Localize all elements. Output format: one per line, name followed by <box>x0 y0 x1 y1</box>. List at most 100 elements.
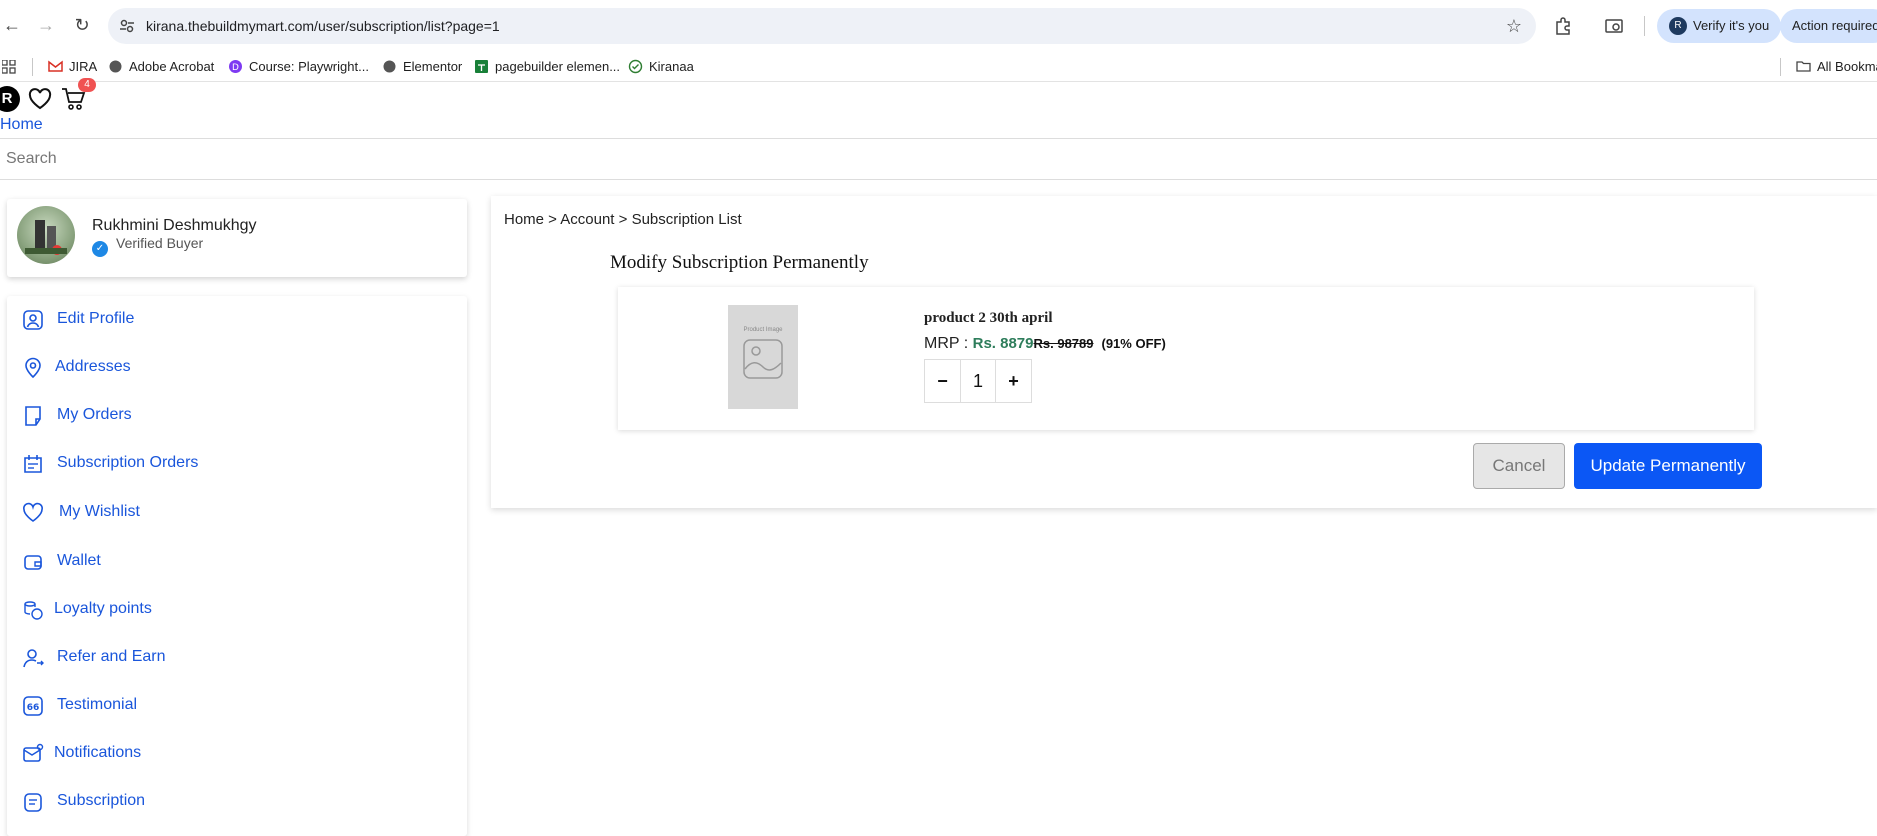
extensions-icon[interactable] <box>1553 16 1573 36</box>
site-settings-icon[interactable] <box>118 17 136 35</box>
menu-item-refer-and-earn[interactable]: Refer and Earn <box>7 638 467 678</box>
toolbar-divider <box>1644 16 1645 36</box>
bookmark-label: Adobe Acrobat <box>129 59 215 74</box>
sale-price: Rs. 8879 <box>972 335 1034 352</box>
profile-card: Rukhmini Deshmukhgy ✓ Verified Buyer <box>7 199 467 277</box>
search-bar <box>0 138 1877 180</box>
profile-photo <box>17 206 75 264</box>
menu-item-edit-profile[interactable]: Edit Profile <box>7 300 467 340</box>
bookmark-divider <box>1780 58 1781 76</box>
mrp-label: MRP : <box>924 335 973 352</box>
action-required-label: Action required <box>1792 18 1877 33</box>
sheets-icon <box>475 60 488 73</box>
reload-icon[interactable]: ↻ <box>72 15 92 35</box>
folder-icon <box>1796 61 1811 72</box>
profile-name: Rukhmini Deshmukhgy <box>92 217 257 234</box>
subscription-orders-icon <box>24 455 42 473</box>
home-link[interactable]: Home <box>0 116 43 134</box>
bookmark-elementor[interactable]: Elementor <box>382 58 462 76</box>
user-icon <box>23 310 43 330</box>
image-placeholder-icon <box>743 339 783 379</box>
orders-icon <box>25 406 41 426</box>
course-icon: D <box>229 60 242 73</box>
check-icon <box>628 59 643 74</box>
menu-label: Subscription <box>57 792 146 809</box>
menu-label: Loyalty points <box>54 600 152 617</box>
gmail-icon <box>48 60 63 72</box>
decrease-quantity-button[interactable]: − <box>925 360 961 402</box>
browser-toolbar: ← → ↻ kirana.thebuildmymart.com/user/sub… <box>0 0 1877 52</box>
location-pin-icon <box>25 357 41 379</box>
bookmark-label: Kiranaa <box>649 59 694 74</box>
back-icon[interactable]: ← <box>2 15 22 35</box>
menu-item-subscription-orders[interactable]: Subscription Orders <box>7 444 467 484</box>
menu-item-notifications[interactable]: Notifications <box>7 734 467 774</box>
verify-pill[interactable]: R Verify it's you <box>1657 9 1782 43</box>
price-row: MRP : Rs. 8879Rs. 98789 (91% OFF) <box>924 335 1166 353</box>
bookmark-label: JIRA <box>69 59 98 74</box>
globe-icon <box>109 60 122 73</box>
svg-text:66: 66 <box>27 703 40 713</box>
bookmark-kiranaa[interactable]: Kiranaa <box>628 58 694 76</box>
verified-status: ✓ Verified Buyer <box>92 235 203 257</box>
menu-label: Addresses <box>55 358 131 375</box>
quantity-stepper: − 1 + <box>924 359 1032 403</box>
coins-icon <box>24 601 43 620</box>
forward-icon[interactable]: → <box>36 15 56 35</box>
menu-item-addresses[interactable]: Addresses <box>7 348 467 388</box>
wishlist-heart-icon[interactable] <box>28 88 52 110</box>
bookmark-label: pagebuilder elemen... <box>495 59 621 74</box>
menu-label: My Wishlist <box>59 503 140 520</box>
cart-count-badge: 4 <box>78 78 96 92</box>
account-menu: Edit Profile Addresses My Orders Subscri… <box>7 296 467 836</box>
bookmark-adobe[interactable]: Adobe Acrobat <box>108 58 214 76</box>
all-bookmarks[interactable]: All Bookma <box>1796 58 1877 76</box>
menu-label: Testimonial <box>57 696 138 713</box>
action-required-pill[interactable]: Action required <box>1780 9 1877 43</box>
menu-label: Edit Profile <box>57 310 135 327</box>
mail-icon <box>23 743 44 762</box>
bookmark-jira[interactable]: JIRA <box>48 58 97 76</box>
wallet-icon <box>24 555 42 570</box>
menu-label: Subscription Orders <box>57 454 199 471</box>
original-price: Rs. 98789 <box>1033 336 1094 351</box>
product-item: Product Image product 2 30th april MRP :… <box>618 287 1754 430</box>
bookmark-label: All Bookma <box>1817 59 1877 74</box>
menu-item-loyalty-points[interactable]: Loyalty points <box>7 590 467 630</box>
tab-search-icon[interactable] <box>1604 16 1624 36</box>
heart-icon <box>23 502 43 522</box>
menu-item-my-orders[interactable]: My Orders <box>7 396 467 436</box>
bookmark-label: Elementor <box>403 59 463 74</box>
update-permanently-button[interactable]: Update Permanently <box>1574 443 1762 489</box>
bookmarks-bar: JIRA Adobe Acrobat D Course: Playwright..… <box>0 52 1877 82</box>
discount-label: (91% OFF) <box>1101 336 1166 351</box>
bookmark-pagebuilder[interactable]: pagebuilder elemen... <box>474 58 620 76</box>
bookmark-course[interactable]: D Course: Playwright... <box>228 58 369 76</box>
menu-label: My Orders <box>57 406 132 423</box>
address-bar[interactable]: kirana.thebuildmymart.com/user/subscript… <box>108 8 1536 44</box>
menu-item-wallet[interactable]: Wallet <box>7 542 467 582</box>
quote-icon: 66 <box>23 696 43 716</box>
user-avatar[interactable]: R <box>0 86 20 112</box>
verify-label: Verify it's you <box>1693 18 1770 33</box>
bookmark-star-icon[interactable]: ☆ <box>1506 16 1522 37</box>
svg-text:D: D <box>232 63 239 73</box>
bookmark-divider <box>32 58 33 76</box>
verified-badge-icon: ✓ <box>92 241 108 257</box>
product-image-label: Product Image <box>743 327 783 333</box>
globe-icon <box>383 60 396 73</box>
product-name: product 2 30th april <box>924 310 1053 326</box>
quantity-value: 1 <box>972 371 983 391</box>
increase-quantity-button[interactable]: + <box>995 360 1031 402</box>
menu-item-subscription[interactable]: Subscription <box>7 782 467 822</box>
product-image: Product Image <box>728 305 798 409</box>
subscription-icon <box>24 793 42 812</box>
page-title: Modify Subscription Permanently <box>610 252 869 273</box>
menu-item-my-wishlist[interactable]: My Wishlist <box>7 493 467 533</box>
search-input[interactable] <box>0 139 1877 179</box>
refer-icon <box>23 649 44 668</box>
menu-label: Refer and Earn <box>57 648 166 665</box>
menu-item-testimonial[interactable]: 66 Testimonial <box>7 686 467 726</box>
cancel-button[interactable]: Cancel <box>1473 443 1565 489</box>
apps-grid-icon[interactable] <box>2 60 16 74</box>
